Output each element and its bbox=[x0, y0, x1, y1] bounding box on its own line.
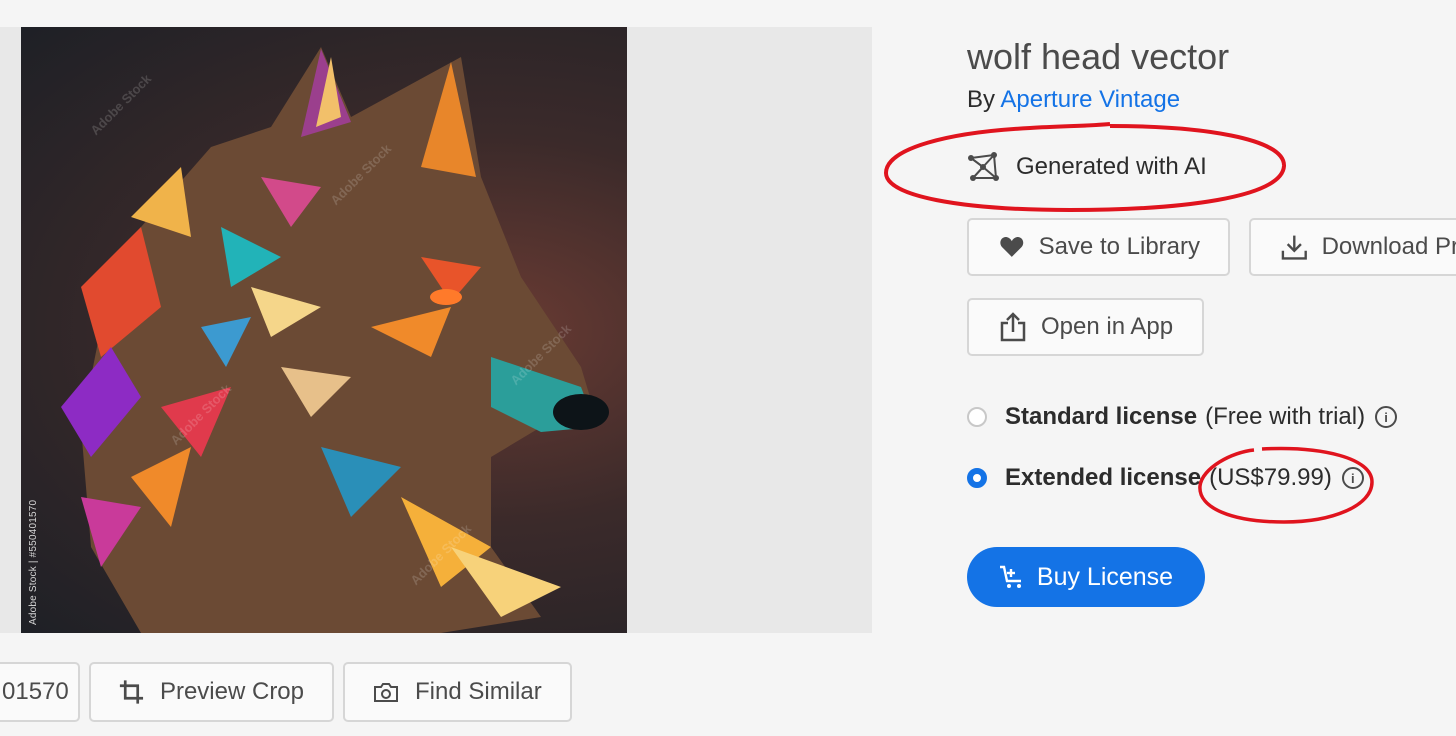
preview-crop-button[interactable]: Preview Crop bbox=[89, 662, 334, 722]
find-similar-label: Find Similar bbox=[415, 678, 542, 705]
license-detail: (Free with trial) bbox=[1205, 403, 1366, 430]
stock-id-watermark: Adobe Stock | #550401570 bbox=[28, 499, 39, 625]
asset-id-button[interactable]: 01570 bbox=[0, 662, 80, 722]
save-label: Save to Library bbox=[1038, 233, 1200, 260]
heart-icon bbox=[1000, 237, 1024, 257]
find-similar-button[interactable]: Find Similar bbox=[343, 662, 572, 722]
license-name: Standard license bbox=[1005, 403, 1198, 430]
extended-license-option[interactable]: Extended license (US$79.99) i bbox=[967, 464, 1364, 492]
share-icon bbox=[1000, 312, 1026, 342]
generated-with-ai-badge: Generated with AI bbox=[966, 152, 1207, 182]
asset-title: wolf head vector bbox=[967, 36, 1230, 77]
cart-add-icon bbox=[999, 565, 1021, 588]
ai-network-icon bbox=[968, 152, 999, 181]
info-icon[interactable]: i bbox=[1341, 467, 1364, 489]
download-label: Download Pr bbox=[1321, 233, 1456, 260]
standard-license-radio[interactable] bbox=[967, 407, 987, 427]
crop-icon bbox=[119, 680, 144, 704]
buy-label: Buy License bbox=[1036, 562, 1174, 591]
license-name: Extended license bbox=[1005, 464, 1202, 491]
author-link[interactable]: Aperture Vintage bbox=[1000, 86, 1180, 113]
standard-license-option[interactable]: Standard license (Free with trial) i bbox=[967, 403, 1398, 431]
info-icon[interactable]: i bbox=[1375, 406, 1398, 428]
preview-crop-label: Preview Crop bbox=[159, 678, 304, 705]
download-preview-button[interactable]: Download Pr bbox=[1249, 218, 1456, 276]
extended-license-radio[interactable] bbox=[967, 468, 987, 488]
download-icon bbox=[1281, 235, 1307, 260]
asset-id-label: 01570 bbox=[2, 678, 69, 705]
license-price: (US$79.99) bbox=[1209, 464, 1332, 491]
ai-badge-label: Generated with AI bbox=[1016, 153, 1207, 180]
byline: By Aperture Vintage bbox=[967, 86, 1180, 114]
open-in-app-button[interactable]: Open in App bbox=[967, 298, 1204, 356]
camera-icon bbox=[374, 683, 398, 702]
buy-license-button[interactable]: Buy License bbox=[967, 547, 1205, 607]
wolf-artwork-image[interactable]: Adobe Stock Adobe Stock Adobe Stock Adob… bbox=[21, 27, 627, 633]
byline-prefix: By bbox=[967, 86, 996, 113]
save-to-library-button[interactable]: Save to Library bbox=[967, 218, 1230, 276]
open-label: Open in App bbox=[1041, 313, 1174, 340]
